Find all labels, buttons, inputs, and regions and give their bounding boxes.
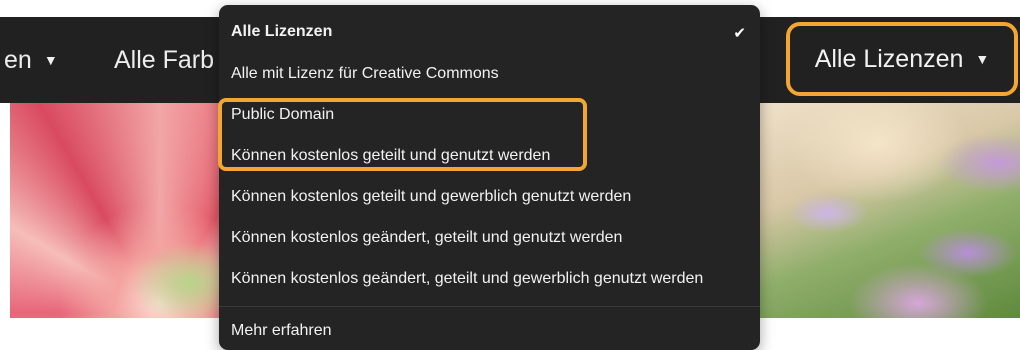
menu-item-modify-share-use[interactable]: Können kostenlos geändert, geteilt und g… xyxy=(231,223,751,253)
menu-item-label: Können kostenlos geändert, geteilt und g… xyxy=(231,270,704,287)
menu-item-creative-commons[interactable]: Alle mit Lizenz für Creative Commons xyxy=(231,59,751,89)
menu-items-highlight xyxy=(218,98,587,171)
photo-thumbnail-daisies[interactable] xyxy=(758,103,1020,318)
learn-more-label: Mehr erfahren xyxy=(231,322,332,339)
license-filter-label: Alle Lizenzen xyxy=(814,44,964,73)
learn-more-link[interactable]: Mehr erfahren xyxy=(231,316,751,346)
menu-divider xyxy=(219,306,760,307)
license-filter-dropdown[interactable]: Alle Lizenzen ▼ xyxy=(786,22,1018,96)
menu-item-label: Alle mit Lizenz für Creative Commons xyxy=(231,65,499,82)
menu-item-label: Alle Lizenzen xyxy=(231,23,333,40)
menu-item-modify-share-commercial[interactable]: Können kostenlos geändert, geteilt und g… xyxy=(231,264,751,294)
menu-item-label: Können kostenlos geteilt und gewerblich … xyxy=(231,188,632,205)
photo-thumbnail-gerbera[interactable] xyxy=(10,103,250,318)
filter-dropdown-partial-label: en xyxy=(4,45,32,74)
menu-item-share-commercial[interactable]: Können kostenlos geteilt und gewerblich … xyxy=(231,182,751,212)
checkmark-icon: ✔ xyxy=(733,25,746,42)
menu-item-label: Können kostenlos geändert, geteilt und g… xyxy=(231,229,623,246)
caret-down-icon: ▼ xyxy=(975,51,990,67)
colors-dropdown[interactable]: Alle Farb xyxy=(114,17,214,103)
caret-down-icon: ▼ xyxy=(43,52,58,68)
colors-dropdown-label: Alle Farb xyxy=(114,45,215,74)
menu-item-all-licenses[interactable]: Alle Lizenzen xyxy=(231,17,751,47)
license-dropdown-menu: Alle Lizenzen ✔ Alle mit Lizenz für Crea… xyxy=(219,5,760,350)
filter-dropdown-partial[interactable]: en ▼ xyxy=(4,17,58,103)
